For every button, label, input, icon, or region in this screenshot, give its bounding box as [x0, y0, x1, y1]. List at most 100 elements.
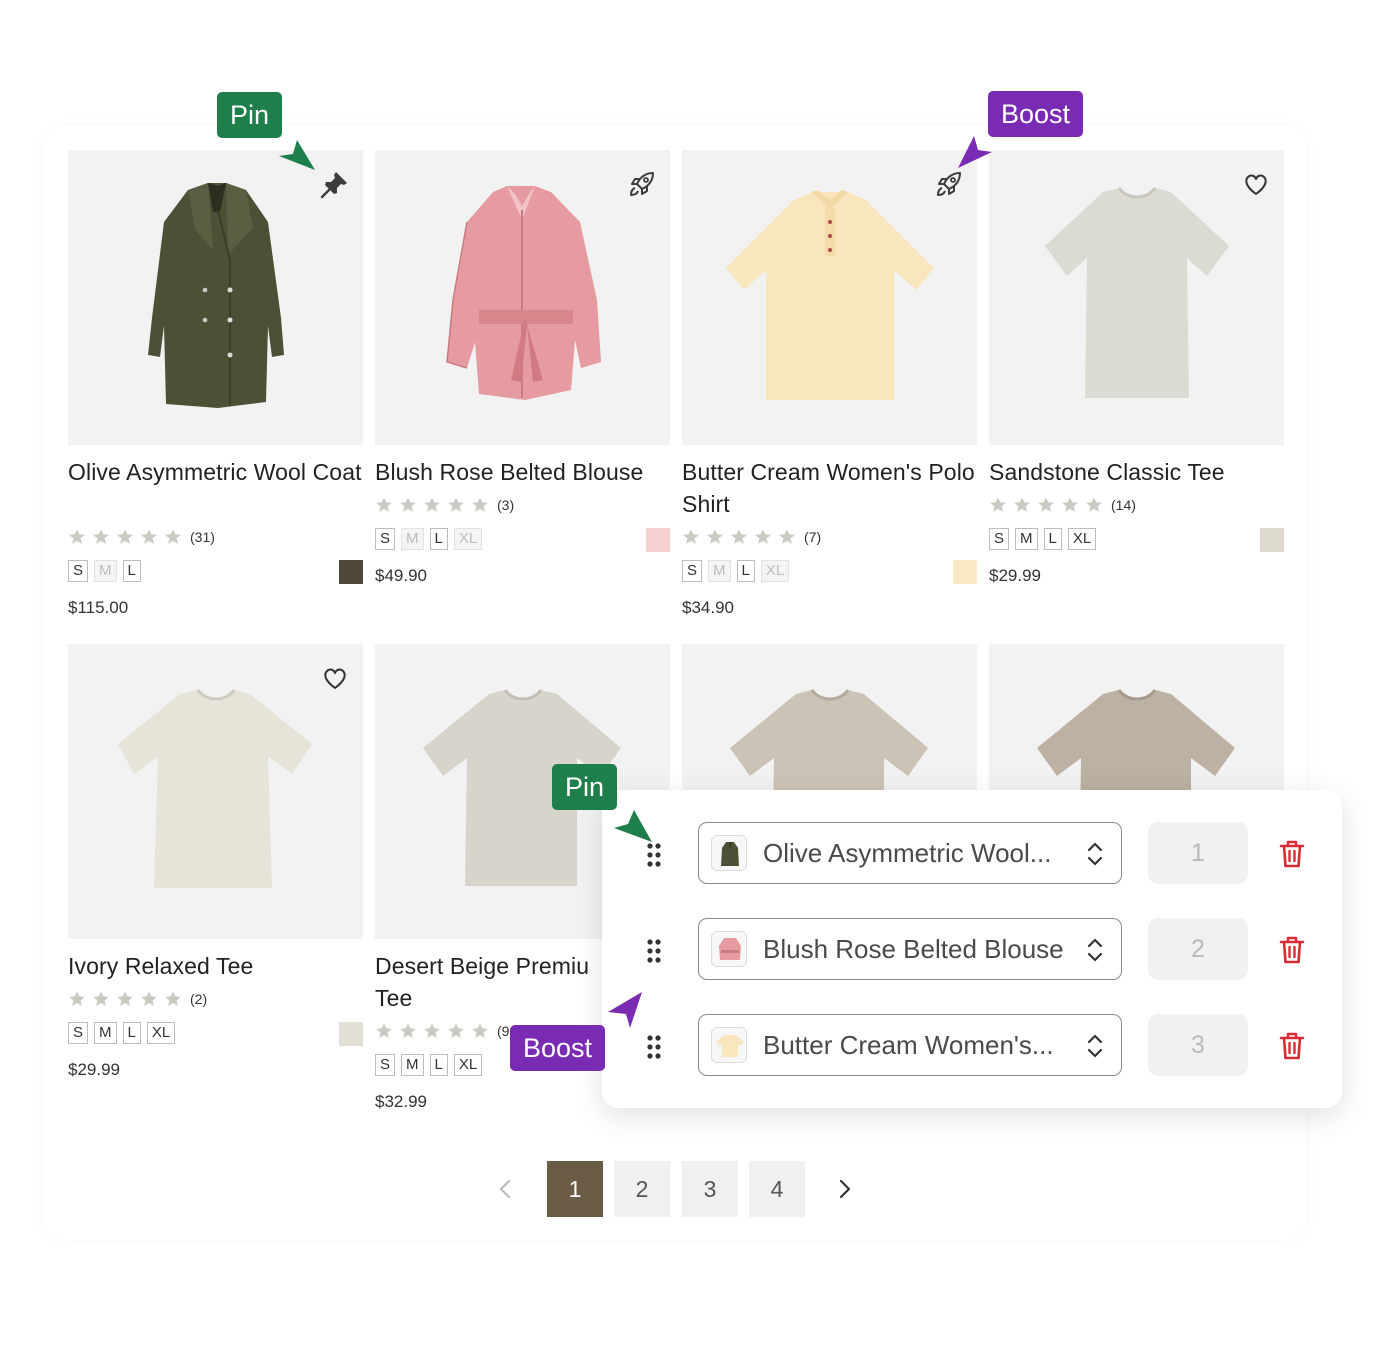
- star-rating: [989, 496, 1103, 514]
- size-option[interactable]: M: [708, 560, 731, 582]
- color-swatch[interactable]: [339, 1022, 363, 1046]
- size-option[interactable]: XL: [146, 1022, 176, 1044]
- rating: (31): [68, 528, 215, 546]
- heart-icon[interactable]: [1240, 168, 1272, 200]
- star-icon: [1014, 497, 1030, 512]
- rank-position-input[interactable]: 1: [1148, 822, 1248, 884]
- size-option[interactable]: XL: [1067, 528, 1097, 550]
- product-price: $34.90: [682, 598, 734, 617]
- star-icon: [707, 529, 723, 544]
- rank-position-input[interactable]: 2: [1148, 918, 1248, 980]
- size-option[interactable]: S: [375, 528, 396, 550]
- star-icon: [990, 497, 1006, 512]
- size-option[interactable]: S: [682, 560, 703, 582]
- star-icon: [376, 1023, 392, 1038]
- product-price: $32.99: [375, 1092, 427, 1111]
- size-option[interactable]: M: [1015, 528, 1038, 550]
- size-option[interactable]: L: [736, 560, 755, 582]
- product-title[interactable]: Desert Beige Premiu Tee: [375, 950, 605, 1014]
- product-card[interactable]: Sandstone Classic Tee (14) S M L XL $29.99: [989, 150, 1284, 590]
- star-icon: [1086, 497, 1102, 512]
- product-price: $49.90: [375, 566, 427, 585]
- size-option[interactable]: XL: [760, 560, 790, 582]
- color-swatch[interactable]: [953, 560, 977, 584]
- product-card[interactable]: Ivory Relaxed Tee (2) S M L XL $29.99: [68, 644, 363, 1084]
- ranking-row[interactable]: Blush Rose Belted Blouse 2: [602, 918, 1342, 982]
- ranking-row[interactable]: Butter Cream Women's... 3: [602, 1014, 1342, 1078]
- product-title[interactable]: Ivory Relaxed Tee: [68, 950, 363, 982]
- product-card[interactable]: Blush Rose Belted Blouse (3) S M L XL $49.9…: [375, 150, 670, 590]
- product-card[interactable]: Olive Asymmetric Wool Coat (31) SML $115…: [68, 150, 363, 620]
- product-title[interactable]: Blush Rose Belted Blouse: [375, 456, 670, 488]
- color-swatch[interactable]: [1260, 528, 1284, 552]
- product-select[interactable]: Olive Asymmetric Wool...: [698, 822, 1122, 884]
- size-options[interactable]: S M L XL: [375, 1054, 483, 1076]
- product-select[interactable]: Butter Cream Women's...: [698, 1014, 1122, 1076]
- product-thumbnail: [711, 835, 747, 871]
- size-option[interactable]: M: [94, 1022, 117, 1044]
- size-option[interactable]: S: [375, 1054, 396, 1076]
- chevron-left-icon[interactable]: [494, 1177, 518, 1201]
- chevron-updown-icon: [1087, 938, 1103, 962]
- color-swatch[interactable]: [339, 560, 363, 584]
- product-title[interactable]: Sandstone Classic Tee: [989, 456, 1284, 488]
- product-image[interactable]: [68, 150, 363, 445]
- size-option[interactable]: L: [122, 1022, 141, 1044]
- size-option[interactable]: S: [68, 1022, 89, 1044]
- product-title[interactable]: Butter Cream Women's Polo Shirt: [682, 456, 977, 520]
- star-icon: [69, 529, 85, 544]
- rank-position-input[interactable]: 3: [1148, 1014, 1248, 1076]
- product-select[interactable]: Blush Rose Belted Blouse: [698, 918, 1122, 980]
- size-option[interactable]: S: [68, 560, 89, 582]
- chevron-right-icon[interactable]: [832, 1177, 856, 1201]
- size-options[interactable]: S M L XL: [989, 528, 1097, 550]
- size-option[interactable]: M: [401, 528, 424, 550]
- drag-handle-icon[interactable]: [646, 1034, 662, 1060]
- page-button-4[interactable]: 4: [749, 1161, 805, 1217]
- size-options[interactable]: S M L XL: [68, 1022, 176, 1044]
- size-option[interactable]: XL: [453, 528, 483, 550]
- delete-icon[interactable]: [1276, 1030, 1308, 1062]
- size-options[interactable]: SML: [68, 560, 141, 582]
- size-option[interactable]: L: [1043, 528, 1062, 550]
- drag-handle-icon[interactable]: [646, 842, 662, 868]
- ranking-row[interactable]: Olive Asymmetric Wool... 1: [602, 822, 1342, 886]
- star-icon: [1062, 497, 1078, 512]
- star-icon: [141, 991, 157, 1006]
- size-option[interactable]: L: [122, 560, 141, 582]
- product-image[interactable]: [375, 150, 670, 445]
- product-image[interactable]: [68, 644, 363, 939]
- size-options[interactable]: S M L XL: [375, 528, 483, 550]
- chevron-updown-icon: [1087, 1034, 1103, 1058]
- size-option[interactable]: L: [429, 528, 448, 550]
- star-icon: [448, 1023, 464, 1038]
- product-image[interactable]: [682, 150, 977, 445]
- color-swatch[interactable]: [646, 528, 670, 552]
- size-option[interactable]: M: [401, 1054, 424, 1076]
- product-image[interactable]: [989, 150, 1284, 445]
- pin-icon[interactable]: [319, 168, 351, 200]
- heart-icon[interactable]: [319, 662, 351, 694]
- page-button-1[interactable]: 1: [547, 1161, 603, 1217]
- rocket-icon[interactable]: [933, 168, 965, 200]
- size-option[interactable]: XL: [453, 1054, 483, 1076]
- size-option[interactable]: M: [94, 560, 117, 582]
- star-icon: [1038, 497, 1054, 512]
- size-option[interactable]: L: [429, 1054, 448, 1076]
- product-title[interactable]: Olive Asymmetric Wool Coat: [68, 456, 363, 488]
- product-card[interactable]: Butter Cream Women's Polo Shirt (7) SMLX…: [682, 150, 977, 620]
- delete-icon[interactable]: [1276, 934, 1308, 966]
- delete-icon[interactable]: [1276, 838, 1308, 870]
- page-button-2[interactable]: 2: [614, 1161, 670, 1217]
- rating: (14): [989, 496, 1136, 514]
- star-icon: [93, 991, 109, 1006]
- page-button-3[interactable]: 3: [682, 1161, 738, 1217]
- select-label: Butter Cream Women's...: [763, 1030, 1054, 1060]
- review-count: (31): [190, 529, 215, 545]
- product-thumbnail: [711, 931, 747, 967]
- size-option[interactable]: S: [989, 528, 1010, 550]
- size-options[interactable]: S M L XL: [682, 560, 790, 582]
- drag-handle-icon[interactable]: [646, 938, 662, 964]
- rocket-icon[interactable]: [626, 168, 658, 200]
- ranking-panel: Olive Asymmetric Wool... 1 Blush Rose Be…: [602, 790, 1342, 1108]
